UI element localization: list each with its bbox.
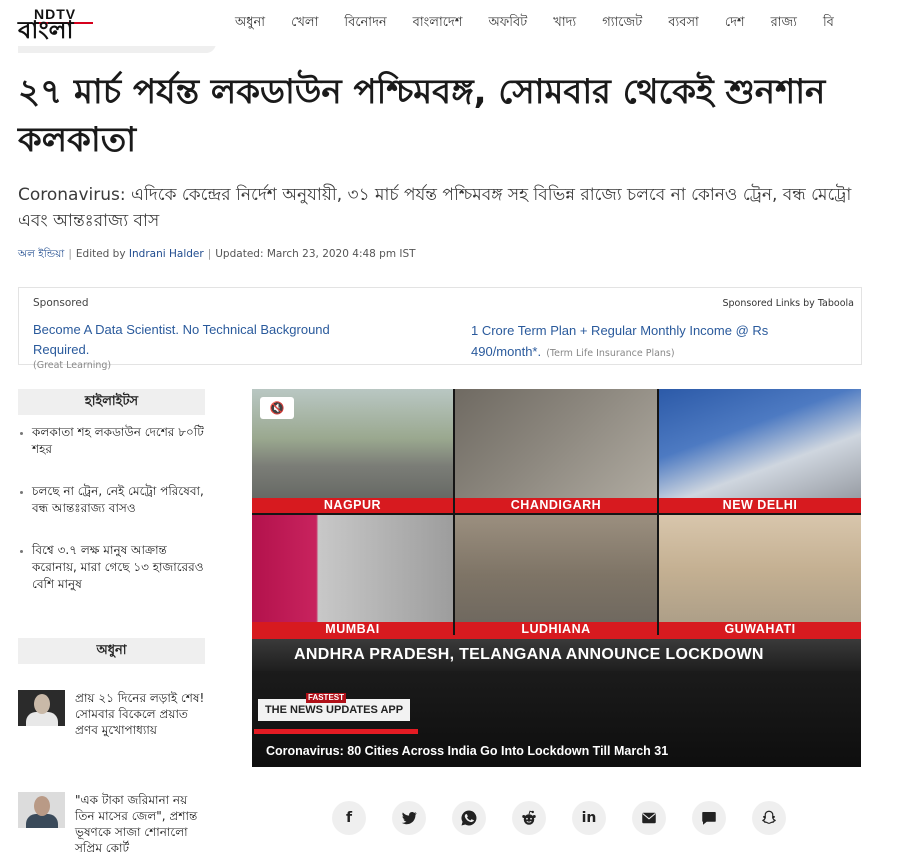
ad-source: (Term Life Insurance Plans): [546, 348, 675, 359]
nav-item-adhuna[interactable]: অধুনা: [222, 0, 278, 46]
latest-news-item[interactable]: প্রায় ২১ দিনের লড়াই শেষ! সোমবার বিকেলে…: [18, 690, 208, 750]
video-tile-guwahati: GUWAHATI: [659, 515, 861, 637]
taboola-label[interactable]: Sponsored Links by Taboola: [722, 298, 854, 309]
comment-icon[interactable]: [692, 801, 726, 835]
snapchat-icon[interactable]: [752, 801, 786, 835]
nav-item-offbeat[interactable]: অফবিট: [475, 0, 540, 46]
nav-item-bangladesh[interactable]: বাংলাদেশ: [400, 0, 476, 46]
sponsored-ad-1[interactable]: Become A Data Scientist. No Technical Ba…: [33, 320, 373, 371]
list-item: কলকাতা শহ লকডাউন দেশের ৮০টি শহর: [18, 424, 208, 458]
video-tile-ludhiana: LUDHIANA: [455, 515, 657, 637]
top-navigation-bar: NDTV বাংলা অধুনা খেলা বিনোদন বাংলাদেশ অফ…: [0, 0, 902, 46]
news-title[interactable]: "এক টাকা জরিমানা নয় তিন মাসের জেল", প্র…: [75, 792, 210, 852]
list-item: বিশ্বে ৩.৭ লক্ষ মানুষ আক্রান্ত করোনায়, …: [18, 542, 208, 593]
list-item: চলছে না ট্রেন, নেই মেট্রো পরিষেবা, বন্ধ …: [18, 483, 208, 517]
video-tile-new-delhi: NEW DELHI: [659, 389, 861, 513]
logo-bangla-text: বাংলা: [18, 16, 74, 44]
twitter-icon[interactable]: [392, 801, 426, 835]
byline-source-link[interactable]: অল ইন্ডিয়া: [18, 248, 64, 260]
video-progress-bar[interactable]: [254, 729, 419, 734]
video-caption: Coronavirus: 80 Cities Across India Go I…: [266, 744, 669, 758]
video-tile-mumbai: MUMBAI: [252, 515, 453, 637]
nav-item-more[interactable]: বি: [810, 0, 847, 46]
facebook-icon[interactable]: f: [332, 801, 366, 835]
email-icon[interactable]: [632, 801, 666, 835]
news-thumbnail[interactable]: [18, 792, 65, 828]
app-promo-banner: FASTEST THE NEWS UPDATES APP: [258, 693, 410, 721]
promo-text: THE NEWS UPDATES APP: [264, 704, 404, 716]
article-headline: ২৭ মার্চ পর্যন্ত লকডাউন পশ্চিমবঙ্গ, সোমব…: [18, 72, 826, 160]
share-bar: f in: [332, 801, 786, 835]
city-label: NAGPUR: [252, 498, 453, 513]
linkedin-icon[interactable]: in: [572, 801, 606, 835]
whatsapp-icon[interactable]: [452, 801, 486, 835]
video-player[interactable]: 🔇 NAGPUR CHANDIGARH NEW DELHI MUMBAI LUD…: [252, 389, 861, 767]
nav-item-khadya[interactable]: খাদ্য: [540, 0, 589, 46]
highlights-list: কলকাতা শহ লকডাউন দেশের ৮০টি শহর চলছে না …: [18, 424, 208, 618]
breaking-ticker: ANDHRA PRADESH, TELANGANA ANNOUNCE LOCKD…: [252, 639, 861, 671]
ticker-text: ANDHRA PRADESH, TELANGANA ANNOUNCE LOCKD…: [294, 646, 764, 663]
news-title[interactable]: প্রায় ২১ দিনের লড়াই শেষ! সোমবার বিকেলে…: [75, 690, 210, 738]
nav-item-khela[interactable]: খেলা: [278, 0, 331, 46]
sponsored-label: Sponsored: [33, 297, 89, 309]
city-label: CHANDIGARH: [455, 498, 657, 513]
latest-news-item[interactable]: "এক টাকা জরিমানা নয় তিন মাসের জেল", প্র…: [18, 792, 208, 852]
ndtv-bangla-logo[interactable]: NDTV বাংলা: [18, 6, 98, 42]
byline-updated: Updated: March 23, 2020 4:48 pm IST: [215, 248, 416, 260]
reddit-icon[interactable]: [512, 801, 546, 835]
promo-badge: FASTEST: [306, 693, 347, 703]
byline-editor-link[interactable]: Indrani Halder: [129, 248, 204, 260]
nav-item-binodon[interactable]: বিনোদন: [331, 0, 399, 46]
speaker-muted-icon[interactable]: 🔇: [260, 397, 294, 419]
highlights-heading: হাইলাইটস: [18, 389, 205, 415]
latest-heading: অধুনা: [18, 638, 205, 664]
nav-item-byabsa[interactable]: ব্যবসা: [655, 0, 712, 46]
ad-title[interactable]: Become A Data Scientist. No Technical Ba…: [33, 320, 373, 360]
nav-item-rajya[interactable]: রাজ্য: [758, 0, 810, 46]
sponsored-ad-2[interactable]: 1 Crore Term Plan + Regular Monthly Inco…: [471, 320, 831, 362]
city-label: NEW DELHI: [659, 498, 861, 513]
main-nav: অধুনা খেলা বিনোদন বাংলাদেশ অফবিট খাদ্য গ…: [222, 0, 847, 46]
article-byline: অল ইন্ডিয়া | Edited by Indrani Halder | Upd…: [18, 248, 416, 260]
sponsored-links-box: Sponsored Sponsored Links by Taboola Bec…: [18, 287, 862, 371]
video-tile-chandigarh: CHANDIGARH: [455, 389, 657, 513]
news-thumbnail[interactable]: [18, 690, 65, 726]
article-summary: Coronavirus: এদিকে কেন্দ্রের নির্দেশ অনু…: [18, 185, 852, 231]
byline-edited-label: Edited by: [75, 248, 126, 260]
nav-item-gadget[interactable]: গ্যাজেট: [589, 0, 655, 46]
ad-source: (Great Learning): [33, 360, 112, 371]
nav-item-desh[interactable]: দেশ: [712, 0, 758, 46]
